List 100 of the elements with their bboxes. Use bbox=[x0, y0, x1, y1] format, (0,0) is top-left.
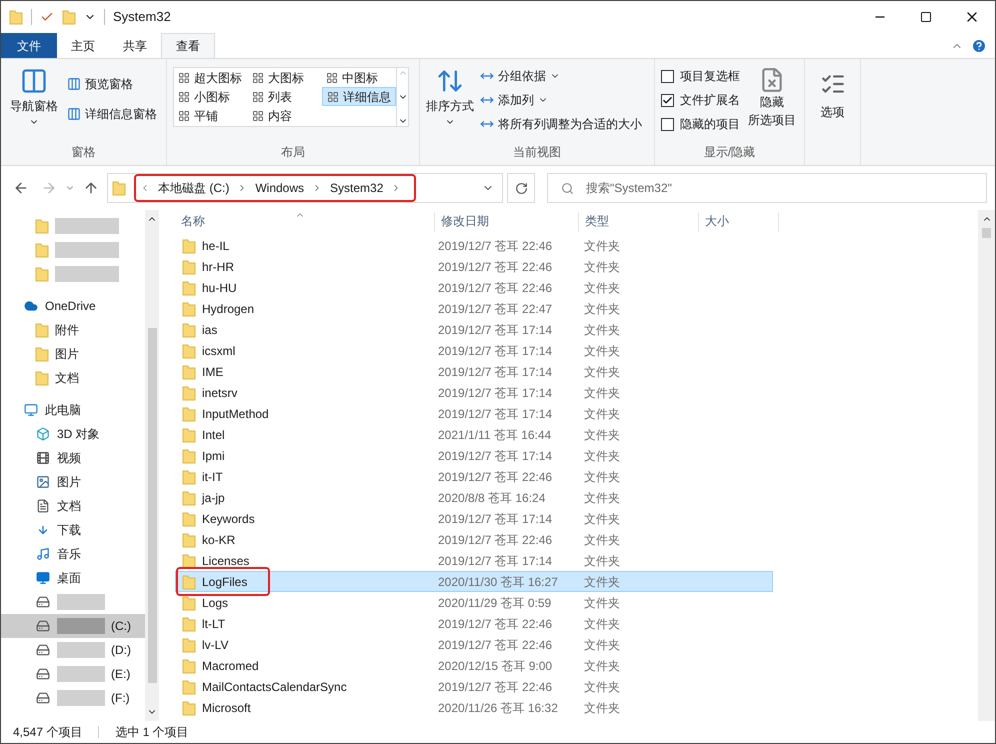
options-button[interactable]: 选项 bbox=[805, 59, 860, 121]
folder-icon bbox=[182, 636, 196, 652]
ribbon-tab[interactable]: 主页 bbox=[57, 33, 109, 58]
file-name: IME bbox=[202, 364, 224, 380]
sidebar-item[interactable]: 图片 bbox=[1, 470, 145, 494]
view-button[interactable]: 添加列 bbox=[480, 91, 642, 109]
layout-option[interactable]: 中图标 bbox=[322, 68, 396, 87]
folder-icon bbox=[182, 322, 196, 338]
layout-option[interactable]: 超大图标 bbox=[174, 68, 248, 87]
file-type: 文件夹 bbox=[583, 322, 621, 338]
file-row[interactable]: Licenses 2019/12/7 苍耳 17:14 文件夹 bbox=[175, 550, 773, 571]
sidebar-label: (F:) bbox=[111, 690, 130, 707]
scrollbar-thumb[interactable] bbox=[982, 228, 991, 238]
file-row[interactable]: lv-LV 2019/12/7 苍耳 22:46 文件夹 bbox=[175, 634, 773, 655]
file-row[interactable]: lt-LT 2019/12/7 苍耳 22:46 文件夹 bbox=[175, 613, 773, 634]
file-type: 文件夹 bbox=[583, 280, 621, 296]
refresh-button[interactable] bbox=[507, 173, 535, 203]
layout-option[interactable]: 详细信息 bbox=[322, 87, 396, 106]
file-row[interactable]: Intel 2021/1/11 苍耳 16:44 文件夹 bbox=[175, 424, 773, 445]
layout-option[interactable]: 内容 bbox=[248, 106, 322, 125]
file-row[interactable]: Microsoft 2020/11/26 苍耳 16:32 文件夹 bbox=[175, 697, 773, 718]
breadcrumb-item[interactable]: System32 bbox=[330, 179, 384, 197]
modified-date: 2019/12/7 苍耳 22:46 bbox=[437, 532, 554, 548]
sidebar-item[interactable]: 图片 bbox=[1, 342, 145, 366]
option-checkbox[interactable]: 项目复选框 bbox=[661, 67, 740, 85]
file-row[interactable]: ja-jp 2020/8/8 苍耳 16:24 文件夹 bbox=[175, 487, 773, 508]
sidebar-item[interactable]: 桌面 bbox=[1, 566, 145, 590]
scrollbar[interactable] bbox=[145, 210, 159, 721]
hide-selected-button[interactable]: 隐藏 所选项目 bbox=[748, 67, 796, 143]
sidebar-item[interactable]: OneDrive bbox=[1, 294, 145, 318]
sidebar-item[interactable]: 下载 bbox=[1, 518, 145, 542]
up-icon[interactable] bbox=[83, 180, 99, 196]
file-row[interactable]: Ipmi 2019/12/7 苍耳 17:14 文件夹 bbox=[175, 445, 773, 466]
blurred-label bbox=[57, 618, 105, 634]
file-row[interactable]: inetsrv 2019/12/7 苍耳 17:14 文件夹 bbox=[175, 382, 773, 403]
grid-icon bbox=[252, 72, 264, 84]
navigation-pane-button[interactable]: 导航窗格 bbox=[5, 67, 63, 143]
file-name: Hydrogen bbox=[202, 300, 254, 318]
ribbon-tab[interactable]: 共享 bbox=[109, 33, 161, 58]
selection-count: 选中 1 个项目 bbox=[115, 724, 189, 741]
ribbon-tab[interactable]: 查看 bbox=[161, 33, 215, 58]
file-name: Macromed bbox=[202, 658, 259, 674]
option-checkbox[interactable]: 文件扩展名 bbox=[661, 91, 740, 109]
file-row[interactable]: ko-KR 2019/12/7 苍耳 22:46 文件夹 bbox=[175, 529, 773, 550]
search-field[interactable]: 搜索"System32" bbox=[547, 173, 987, 203]
folder-icon bbox=[35, 218, 49, 234]
sidebar-item[interactable]: 文档 bbox=[1, 494, 145, 518]
file-row[interactable]: hu-HU 2019/12/7 苍耳 22:46 文件夹 bbox=[175, 277, 773, 298]
sidebar-item[interactable]: 音乐 bbox=[1, 542, 145, 566]
file-row[interactable]: Keywords 2019/12/7 苍耳 17:14 文件夹 bbox=[175, 508, 773, 529]
sidebar-item[interactable]: (E:) bbox=[1, 662, 145, 686]
file-row[interactable]: InputMethod 2019/12/7 苍耳 17:14 文件夹 bbox=[175, 403, 773, 424]
breadcrumb-item[interactable]: 本地磁盘 (C:) bbox=[158, 179, 230, 197]
pane-button[interactable]: 预览窗格 bbox=[67, 75, 157, 93]
file-row[interactable]: Logs 2020/11/29 苍耳 0:59 文件夹 bbox=[175, 592, 773, 613]
folder-icon bbox=[182, 678, 196, 694]
scrollbar[interactable] bbox=[978, 210, 995, 721]
sidebar-item[interactable]: (C:) bbox=[1, 614, 145, 638]
sidebar-item[interactable]: 此电脑 bbox=[1, 398, 145, 422]
file-row[interactable]: he-IL 2019/12/7 苍耳 22:46 文件夹 bbox=[175, 235, 773, 256]
column-header[interactable]: 类型 bbox=[579, 212, 699, 232]
pane-button[interactable]: 详细信息窗格 bbox=[67, 105, 157, 123]
folder-icon bbox=[182, 510, 196, 526]
breadcrumb-item[interactable]: Windows bbox=[255, 179, 304, 197]
sidebar-item[interactable]: (D:) bbox=[1, 638, 145, 662]
file-row[interactable]: hr-HR 2019/12/7 苍耳 22:46 文件夹 bbox=[175, 256, 773, 277]
scrollbar-thumb[interactable] bbox=[148, 328, 156, 683]
sidebar-item[interactable]: 3D 对象 bbox=[1, 422, 145, 446]
file-row[interactable]: Hydrogen 2019/12/7 苍耳 22:47 文件夹 bbox=[175, 298, 773, 319]
column-header[interactable]: 大小 bbox=[699, 212, 779, 232]
layout-option[interactable]: 小图标 bbox=[174, 87, 248, 106]
file-row[interactable]: ias 2019/12/7 苍耳 17:14 文件夹 bbox=[175, 319, 773, 340]
address-field[interactable]: 本地磁盘 (C:) Windows System32 bbox=[107, 173, 503, 203]
sort-button[interactable]: 排序方式 bbox=[424, 67, 476, 143]
folder-icon bbox=[182, 490, 196, 506]
sidebar-item[interactable]: 视频 bbox=[1, 446, 145, 470]
grid-icon bbox=[326, 72, 338, 84]
back-icon[interactable] bbox=[13, 180, 29, 196]
modified-date: 2019/12/7 苍耳 22:46 bbox=[437, 468, 554, 486]
file-type: 文件夹 bbox=[583, 300, 621, 318]
option-checkbox[interactable]: 隐藏的项目 bbox=[661, 115, 740, 133]
layout-option[interactable]: 列表 bbox=[248, 87, 322, 106]
folder-icon bbox=[35, 266, 49, 282]
sidebar-item[interactable]: 文档 bbox=[1, 366, 145, 390]
ribbon-tab[interactable]: 文件 bbox=[1, 33, 57, 58]
column-header[interactable]: 名称 bbox=[175, 212, 435, 232]
sidebar-item[interactable]: 附件 bbox=[1, 318, 145, 342]
file-name: Licenses bbox=[202, 552, 250, 570]
help-icon[interactable] bbox=[971, 38, 987, 54]
file-row[interactable]: Macromed 2020/12/15 苍耳 9:00 文件夹 bbox=[175, 655, 773, 676]
file-row[interactable]: it-IT 2019/12/7 苍耳 22:46 文件夹 bbox=[175, 466, 773, 487]
file-row[interactable]: IME 2019/12/7 苍耳 17:14 文件夹 bbox=[175, 361, 773, 382]
file-row[interactable]: icsxml 2019/12/7 苍耳 17:14 文件夹 bbox=[175, 340, 773, 361]
view-button[interactable]: 分组依据 bbox=[480, 67, 642, 85]
file-row[interactable]: MailContactsCalendarSync 2019/12/7 苍耳 22:46 文件夹 bbox=[175, 676, 773, 697]
view-button[interactable]: 将所有列调整为合适的大小 bbox=[480, 115, 642, 133]
sidebar-item[interactable]: (F:) bbox=[1, 686, 145, 710]
column-header[interactable]: 修改日期 bbox=[435, 212, 579, 232]
layout-option[interactable]: 平铺 bbox=[174, 106, 248, 125]
layout-option[interactable]: 大图标 bbox=[248, 68, 322, 87]
